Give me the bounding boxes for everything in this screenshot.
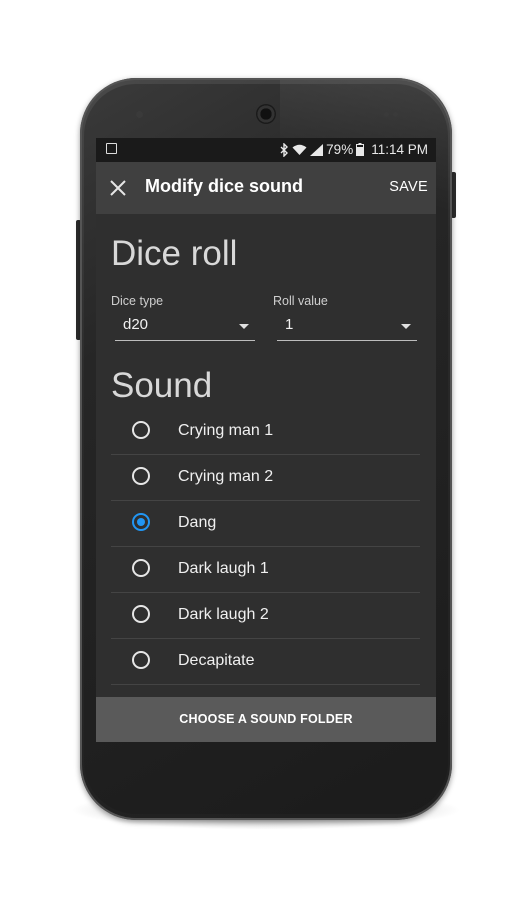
battery-icon <box>356 143 365 156</box>
toolbar: Modify dice sound SAVE <box>96 162 436 214</box>
save-button[interactable]: SAVE <box>389 179 428 195</box>
status-icons: 79% 11:14 PM <box>280 142 428 157</box>
sound-option-label: Decapitate <box>178 652 255 669</box>
wifi-icon <box>292 144 307 155</box>
earpiece-speaker <box>256 104 276 124</box>
bluetooth-icon <box>280 142 289 157</box>
sound-option[interactable]: Dark laugh 2 <box>111 593 420 639</box>
dice-type-value: d20 <box>123 316 149 333</box>
radio-button[interactable] <box>132 605 150 623</box>
sound-heading: Sound <box>111 366 213 405</box>
sound-option[interactable]: Dang <box>111 501 420 547</box>
dice-type-select[interactable]: d20 <box>115 316 255 341</box>
sound-option[interactable]: Crying man 2 <box>111 455 420 501</box>
radio-button[interactable] <box>132 467 150 485</box>
sound-option-label: Dang <box>178 514 217 531</box>
choose-sound-folder-button[interactable]: CHOOSE A SOUND FOLDER <box>96 697 436 742</box>
dice-roll-heading: Dice roll <box>111 234 238 273</box>
battery-percent: 79% <box>326 142 354 157</box>
radio-button[interactable] <box>132 651 150 669</box>
dropdown-arrow-icon <box>239 324 249 329</box>
page-title: Modify dice sound <box>145 176 304 196</box>
image-notification-icon <box>106 143 117 154</box>
roll-value-value: 1 <box>285 316 294 333</box>
app-screen: 79% 11:14 PM Modify dice sound SAVE Dice… <box>96 138 436 742</box>
sound-list: Crying man 1 Crying man 2 Dang Dark laug… <box>111 409 420 685</box>
close-icon[interactable] <box>108 178 128 198</box>
clock: 11:14 PM <box>371 142 428 157</box>
sound-option-label: Dark laugh 2 <box>178 606 269 623</box>
radio-button[interactable] <box>132 513 150 531</box>
sound-option[interactable]: Decapitate <box>111 639 420 685</box>
front-camera <box>136 111 143 118</box>
sound-option[interactable]: Dark laugh 1 <box>111 547 420 593</box>
dropdown-arrow-icon <box>401 324 411 329</box>
sound-option-label: Crying man 2 <box>178 468 274 485</box>
sound-option-label: Dark laugh 1 <box>178 560 269 577</box>
dice-type-label: Dice type <box>111 294 164 308</box>
sound-option[interactable]: Crying man 1 <box>111 409 420 455</box>
sound-option-label: Crying man 1 <box>178 422 274 439</box>
roll-value-select[interactable]: 1 <box>277 316 417 341</box>
status-bar: 79% 11:14 PM <box>96 138 436 162</box>
radio-button[interactable] <box>132 559 150 577</box>
roll-value-label: Roll value <box>273 294 328 308</box>
signal-icon <box>310 143 324 156</box>
radio-button[interactable] <box>132 421 150 439</box>
sensor-dot <box>393 112 398 117</box>
sensor-dot <box>384 112 389 117</box>
